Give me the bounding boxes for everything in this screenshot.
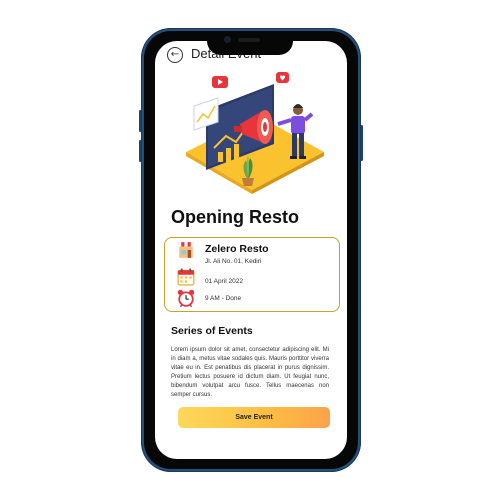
event-info-card: Zelero Resto Jl. Ali No. 01, Kediri 01 A… bbox=[164, 237, 340, 312]
calendar-icon bbox=[177, 268, 195, 286]
back-button[interactable]: ← bbox=[167, 47, 183, 63]
event-title: Opening Resto bbox=[171, 207, 300, 227]
venue-address: Jl. Ali No. 01, Kediri bbox=[205, 258, 262, 265]
speaker-grill bbox=[238, 38, 260, 42]
alarm-clock-icon bbox=[177, 289, 195, 307]
section-title-series: Series of Events bbox=[171, 325, 253, 337]
venue-name: Zelero Resto bbox=[205, 243, 269, 255]
save-event-button[interactable]: Save Event bbox=[178, 407, 330, 428]
arrow-left-icon: ← bbox=[170, 48, 180, 60]
marketing-illustration: ♥ bbox=[186, 72, 324, 194]
store-icon bbox=[178, 242, 194, 258]
event-time: 9 AM - Done bbox=[205, 295, 242, 302]
event-description: Lorem ipsum dolor sit amet, consectetur … bbox=[171, 347, 329, 398]
event-date: 01 April 2022 bbox=[205, 278, 243, 285]
svg-text:♥: ♥ bbox=[279, 75, 285, 83]
phone-notch bbox=[207, 31, 293, 55]
camera-icon bbox=[224, 36, 231, 43]
